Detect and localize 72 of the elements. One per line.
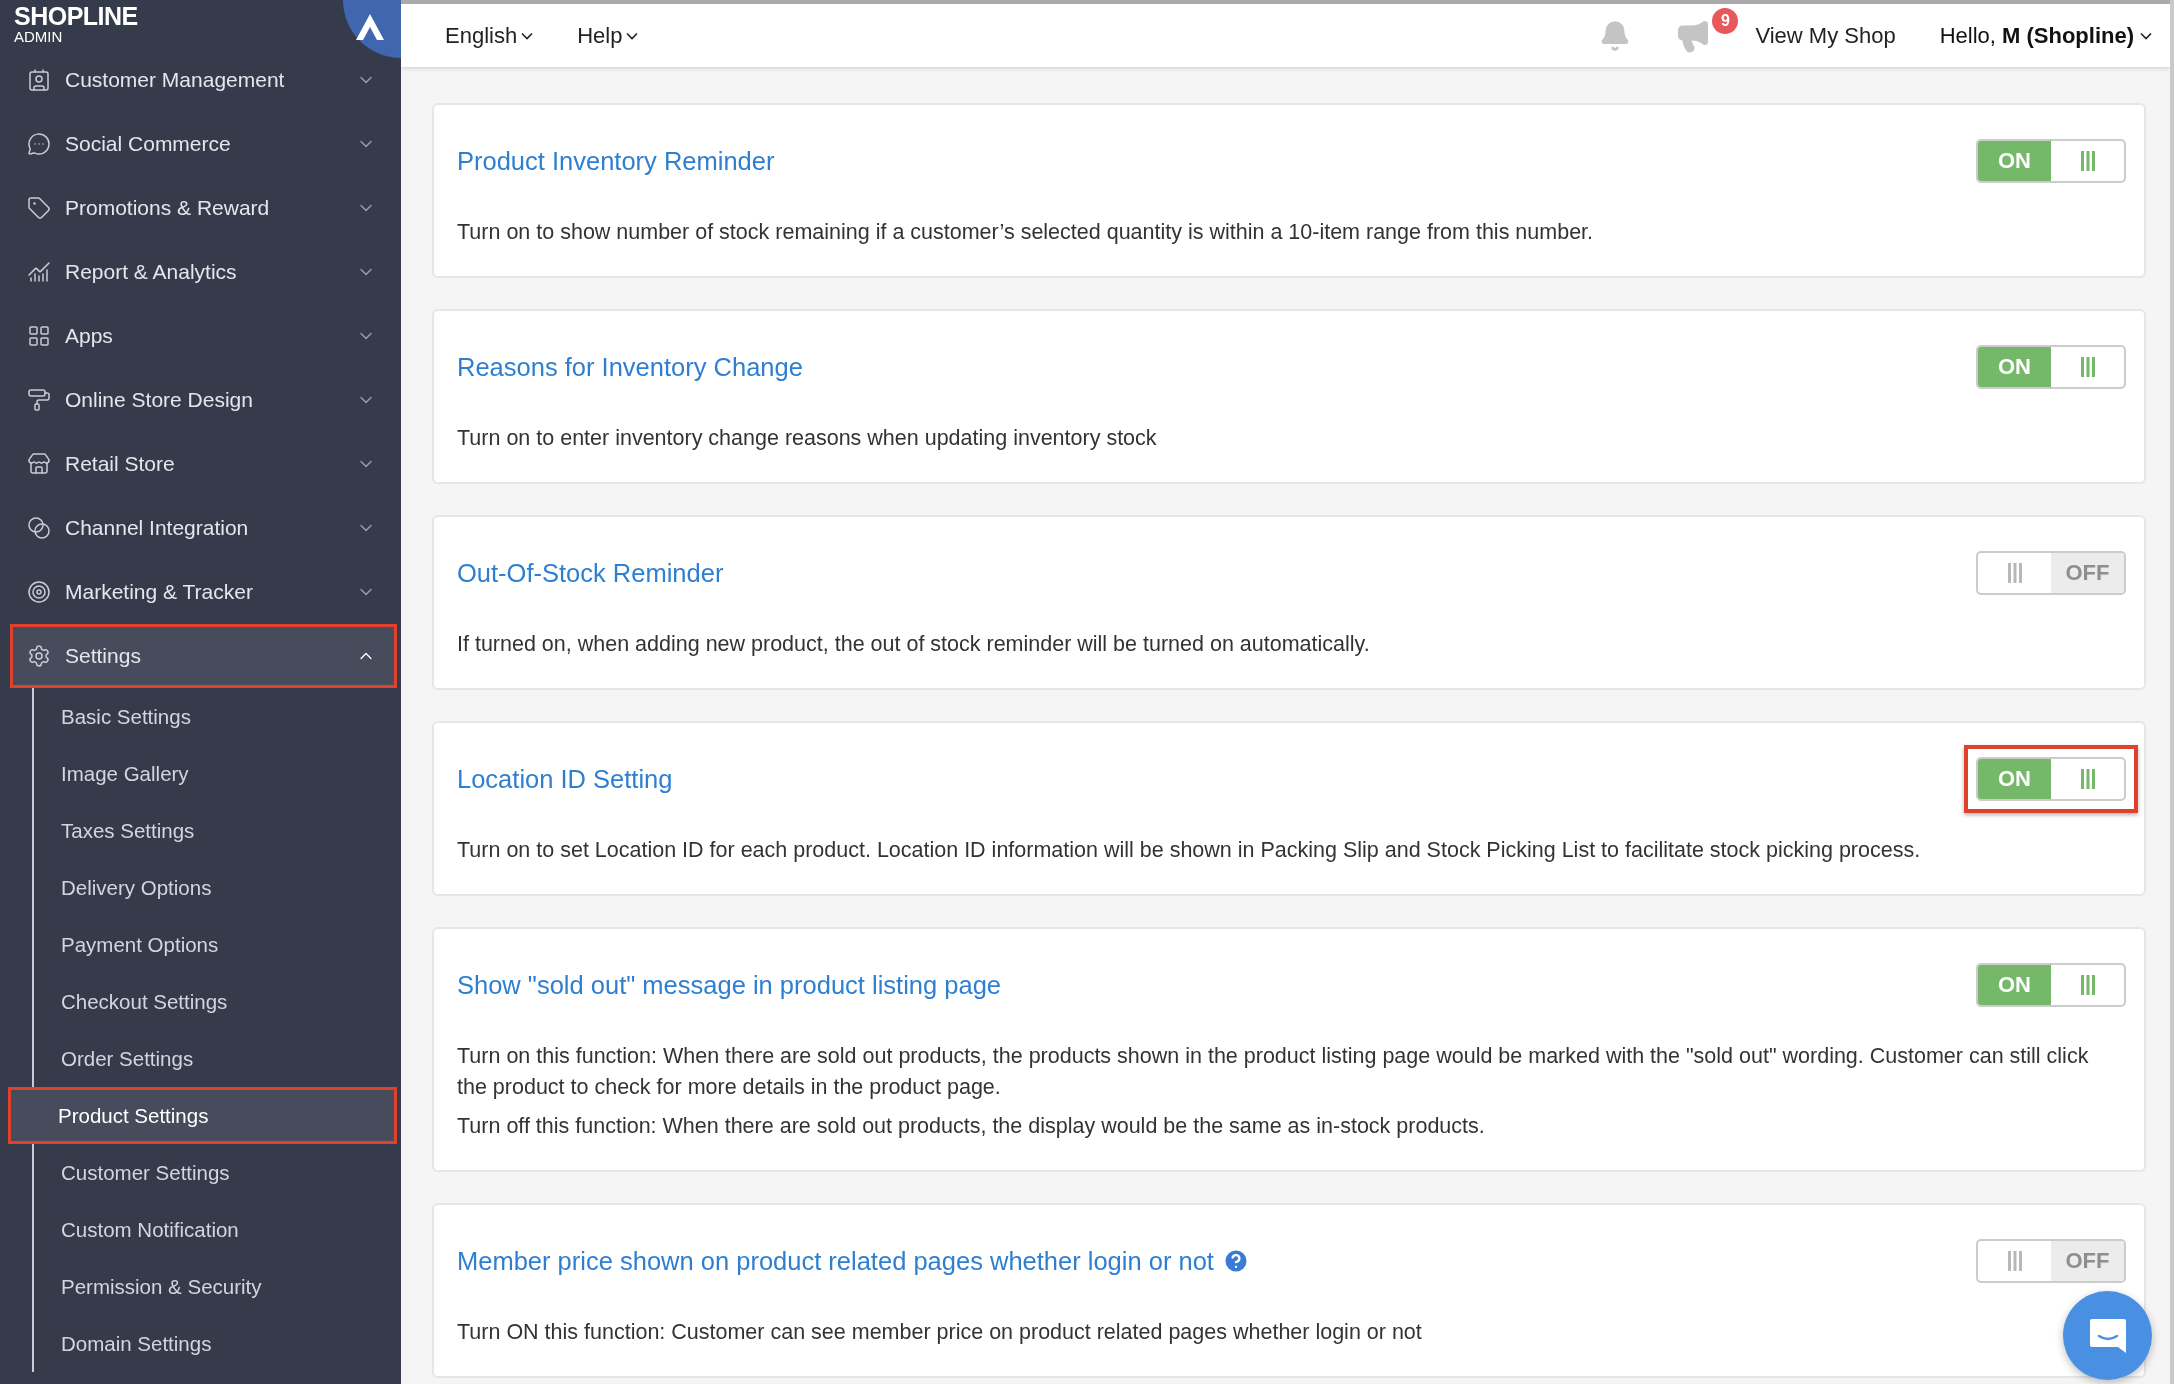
sidebar-item-label: Marketing & Tracker [65,580,254,604]
submenu-item[interactable]: Domain Settings [34,1315,397,1372]
sidebar-item-label: Retail Store [65,452,176,476]
menu-item-icon [27,388,51,412]
setting-description: Turn on to show number of stock remaining if a customer’s selected quantity is within a 10-item range from this number. [457,219,1594,246]
sidebar-item[interactable]: Channel Integration [10,496,397,560]
grip-icon [2079,975,2096,995]
setting-title: Location ID Setting [457,764,673,794]
sidebar-item-label: Promotions & Reward [65,196,271,220]
menu-dropdown[interactable]: English [445,22,534,49]
submenu-item[interactable]: Product Settings [8,1087,397,1144]
grip-icon [2006,563,2023,583]
sidebar-item[interactable]: Online Store Design [10,368,397,432]
sidebar-item[interactable]: Customer Management [10,48,397,112]
menu-item-icon [27,68,51,92]
menu-item-icon [27,260,51,284]
submenu-item[interactable]: Payment Options [34,916,397,973]
menu-item-icon [27,516,51,540]
menu-item-icon [27,452,51,476]
notification-badge: 9 [1712,7,1739,34]
sidebar-item[interactable]: Report & Analytics [10,240,397,304]
setting-description: Turn on to set Location ID for each product. Location ID information will be shown in Packing Slip and Stock Picking List to facilitate stock picking process. [457,837,1921,864]
menu-item-icon [27,324,51,348]
menu-dropdown[interactable]: Help [577,22,639,49]
setting-title: Out-Of-Stock Reminder [457,558,724,588]
brand-logo: SHOPLINE [14,3,139,29]
grip-icon [2079,357,2096,377]
sidebar-item[interactable]: Apps [10,304,397,368]
submenu-item[interactable]: Taxes Settings [34,802,397,859]
sidebar-item[interactable]: Retail Store [10,432,397,496]
sidebar-item-label: Apps [65,324,114,348]
chevron-icon [626,31,639,40]
grip-icon [2006,1251,2023,1271]
submenu-item[interactable]: Delivery Options [34,859,397,916]
setting-title: Reasons for Inventory Change [457,352,803,382]
menu-item-icon [27,132,51,156]
setting-title: Show "sold out" message in product listing page [457,970,1001,1000]
submenu-item[interactable]: Permission & Security [34,1258,397,1315]
setting-description: Turn off this function: When there are sold out products, the display would be the same as in-stock products. [457,1113,1485,1140]
view-shop-link[interactable]: View My Shop [1755,22,1896,49]
chevron-icon [2140,31,2152,40]
sidebar-item-label: Social Commerce [65,132,232,156]
menu-item-icon [27,580,51,604]
grip-icon [2079,769,2096,789]
sidebar-item-label: Online Store Design [65,388,254,412]
submenu-item[interactable]: Customer Settings [34,1144,397,1201]
setting-description: Turn on to enter inventory change reasons when updating inventory stock [457,425,1157,452]
setting-description: If turned on, when adding new product, the out of stock reminder will be turned on automatically. [457,631,1370,658]
submenu-item[interactable]: Checkout Settings [34,973,397,1030]
submenu-item[interactable]: Image Gallery [34,745,397,802]
sidebar-item[interactable]: Settings [10,624,397,688]
submenu-item[interactable]: Custom Notification [34,1201,397,1258]
sidebar-item[interactable]: Marketing & Tracker [10,560,397,624]
setting-title: Product Inventory Reminder [457,146,775,176]
account-menu[interactable]: Hello, M (Shopline) [1939,22,2152,49]
grip-icon [2079,151,2096,171]
logo-subtitle: ADMIN [14,28,64,45]
chevron-icon [521,31,534,40]
menu-item-icon [27,196,51,220]
sidebar-item-label: Channel Integration [65,516,250,540]
sidebar-item-label: Customer Management [65,68,286,92]
setting-description: Turn on this function: When there are sold out products, the products shown in the product listing page would be marked with the "sold out" wording. Customer can still click the product to check for more details in the product page. [457,1043,2090,1101]
submenu-item[interactable]: Order Settings [34,1030,397,1087]
submenu-item[interactable]: Basic Settings [34,688,397,745]
sidebar-item[interactable]: Social Commerce [10,112,397,176]
sidebar-item-label: Report & Analytics [65,260,238,284]
sidebar-item[interactable]: Promotions & Reward [10,176,397,240]
menu-item-icon [27,644,51,668]
sidebar-item-label: Settings [65,644,142,668]
setting-description: Turn ON this function: Customer can see member price on product related pages whether login or not [457,1319,1422,1346]
chat-icon [2087,1316,2128,1355]
setting-title: Member price shown on product related pages whether login or not [457,1246,1214,1276]
